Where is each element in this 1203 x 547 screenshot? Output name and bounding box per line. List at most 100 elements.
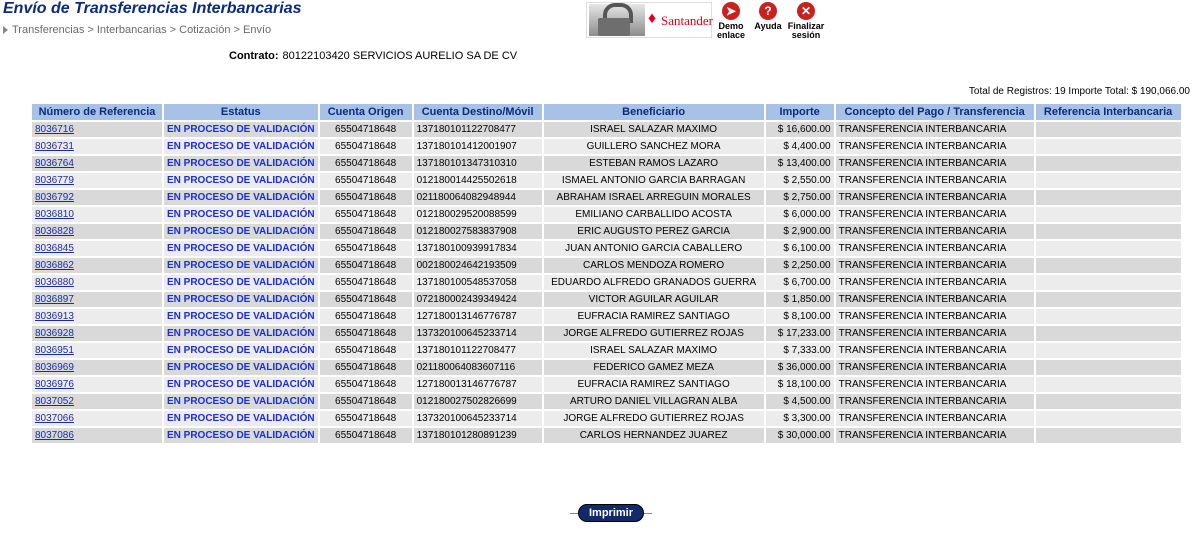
interbank-reference-cell (1035, 309, 1181, 324)
interbank-reference-cell (1035, 292, 1181, 307)
header-origin-account[interactable]: Cuenta Origen (319, 104, 412, 120)
reference-cell: 8036845 (32, 241, 162, 256)
reference-cell: 8036951 (32, 343, 162, 358)
header-destination-account[interactable]: Cuenta Destino/Móvil (413, 104, 542, 120)
interbank-reference-cell (1035, 139, 1181, 154)
reference-cell: 8036716 (32, 122, 162, 137)
payment-concept-cell: TRANSFERENCIA INTERBANCARIA (835, 411, 1034, 426)
amount-cell: $ 8,100.00 (765, 309, 834, 324)
table-row: 8036810 EN PROCESO DE VALIDACIÓN 655047186… (32, 207, 1181, 222)
beneficiary-cell: JORGE ALFREDO GUTIERREZ ROJAS (543, 326, 764, 341)
reference-link[interactable]: 8036880 (35, 277, 74, 288)
reference-link[interactable]: 8036779 (35, 175, 74, 186)
print-control: Imprimir (570, 504, 652, 522)
transfers-table: Número de Referencia Estatus Cuenta Orig… (30, 102, 1183, 445)
destination-account-cell: 072180002439349424 (413, 292, 542, 307)
interbank-reference-cell (1035, 258, 1181, 273)
reference-link[interactable]: 8036928 (35, 328, 74, 339)
header-amount[interactable]: Importe (765, 104, 834, 120)
origin-account-cell: 65504718648 (319, 258, 412, 273)
beneficiary-cell: ARTURO DANIEL VILLAGRAN ALBA (543, 394, 764, 409)
reference-link[interactable]: 8036764 (35, 158, 74, 169)
status-cell: EN PROCESO DE VALIDACIÓN (164, 292, 318, 307)
reference-link[interactable]: 8036862 (35, 260, 74, 271)
status-cell: EN PROCESO DE VALIDACIÓN (164, 139, 318, 154)
reference-link[interactable]: 8037066 (35, 413, 74, 424)
destination-account-cell: 137180100939917834 (413, 241, 542, 256)
table-row: 8036976 EN PROCESO DE VALIDACIÓN 655047186… (32, 377, 1181, 392)
origin-account-cell: 65504718648 (319, 343, 412, 358)
table-header-row: Número de Referencia Estatus Cuenta Orig… (32, 104, 1181, 120)
reference-link[interactable]: 8036951 (35, 345, 74, 356)
print-button[interactable]: Imprimir (578, 504, 644, 522)
reference-link[interactable]: 8036731 (35, 141, 74, 152)
demo-enlace-button[interactable]: ➤ Demo enlace (716, 2, 746, 40)
destination-account-cell: 137180101347310310 (413, 156, 542, 171)
header-status[interactable]: Estatus (164, 104, 318, 120)
table-row: 8036731 EN PROCESO DE VALIDACIÓN 655047186… (32, 139, 1181, 154)
amount-cell: $ 13,400.00 (765, 156, 834, 171)
reference-link[interactable]: 8036845 (35, 243, 74, 254)
breadcrumb-text: Transferencias > Interbancarias > Cotiza… (12, 24, 272, 36)
amount-cell: $ 6,000.00 (765, 207, 834, 222)
reference-cell: 8037066 (32, 411, 162, 426)
table-row: 8036764 EN PROCESO DE VALIDACIÓN 655047186… (32, 156, 1181, 171)
header-interbank-reference[interactable]: Referencia Interbancaria (1035, 104, 1181, 120)
origin-account-cell: 65504718648 (319, 377, 412, 392)
reference-link[interactable]: 8037086 (35, 430, 74, 441)
reference-link[interactable]: 8036810 (35, 209, 74, 220)
status-cell: EN PROCESO DE VALIDACIÓN (164, 428, 318, 443)
table-row: 8036779 EN PROCESO DE VALIDACIÓN 655047186… (32, 173, 1181, 188)
interbank-reference-cell (1035, 343, 1181, 358)
beneficiary-cell: FEDERICO GAMEZ MEZA (543, 360, 764, 375)
amount-cell: $ 6,100.00 (765, 241, 834, 256)
reference-link[interactable]: 8036828 (35, 226, 74, 237)
interbank-reference-cell (1035, 241, 1181, 256)
breadcrumb-arrow-icon (3, 26, 8, 35)
reference-cell: 8036764 (32, 156, 162, 171)
help-button[interactable]: ? Ayuda (751, 2, 785, 31)
beneficiary-cell: ERIC AUGUSTO PEREZ GARCIA (543, 224, 764, 239)
table-row: 8036716 EN PROCESO DE VALIDACIÓN 655047186… (32, 122, 1181, 137)
reference-link[interactable]: 8036913 (35, 311, 74, 322)
origin-account-cell: 65504718648 (319, 173, 412, 188)
reference-link[interactable]: 8036897 (35, 294, 74, 305)
reference-cell: 8037086 (32, 428, 162, 443)
amount-cell: $ 18,100.00 (765, 377, 834, 392)
payment-concept-cell: TRANSFERENCIA INTERBANCARIA (835, 343, 1034, 358)
reference-cell: 8036913 (32, 309, 162, 324)
brand-logo: ♦ Santander (586, 2, 713, 38)
reference-cell: 8036792 (32, 190, 162, 205)
reference-link[interactable]: 8036792 (35, 192, 74, 203)
reference-link[interactable]: 8036969 (35, 362, 74, 373)
beneficiary-cell: GUILLERO SANCHEZ MORA (543, 139, 764, 154)
header-payment-concept[interactable]: Concepto del Pago / Transferencia (835, 104, 1034, 120)
destination-account-cell: 137180101412001907 (413, 139, 542, 154)
destination-account-cell: 137180101122708477 (413, 343, 542, 358)
reference-link[interactable]: 8036716 (35, 124, 74, 135)
amount-cell: $ 6,700.00 (765, 275, 834, 290)
header-beneficiary[interactable]: Beneficiario (543, 104, 764, 120)
finish-session-button[interactable]: ✕ Finalizar sesión (786, 2, 826, 40)
table-row: 8037086 EN PROCESO DE VALIDACIÓN 655047186… (32, 428, 1181, 443)
reference-cell: 8036731 (32, 139, 162, 154)
interbank-reference-cell (1035, 360, 1181, 375)
brand-name: Santander (661, 13, 713, 28)
header-reference[interactable]: Número de Referencia (32, 104, 162, 120)
amount-cell: $ 17,233.00 (765, 326, 834, 341)
origin-account-cell: 65504718648 (319, 411, 412, 426)
payment-concept-cell: TRANSFERENCIA INTERBANCARIA (835, 292, 1034, 307)
beneficiary-cell: JORGE ALFREDO GUTIERREZ ROJAS (543, 411, 764, 426)
status-cell: EN PROCESO DE VALIDACIÓN (164, 394, 318, 409)
payment-concept-cell: TRANSFERENCIA INTERBANCARIA (835, 309, 1034, 324)
destination-account-cell: 137180101122708477 (413, 122, 542, 137)
reference-link[interactable]: 8037052 (35, 396, 74, 407)
origin-account-cell: 65504718648 (319, 224, 412, 239)
table-row: 8036969 EN PROCESO DE VALIDACIÓN 655047186… (32, 360, 1181, 375)
status-cell: EN PROCESO DE VALIDACIÓN (164, 190, 318, 205)
interbank-reference-cell (1035, 428, 1181, 443)
status-cell: EN PROCESO DE VALIDACIÓN (164, 360, 318, 375)
help-label: Ayuda (754, 21, 782, 31)
destination-account-cell: 127180013146776787 (413, 309, 542, 324)
reference-link[interactable]: 8036976 (35, 379, 74, 390)
